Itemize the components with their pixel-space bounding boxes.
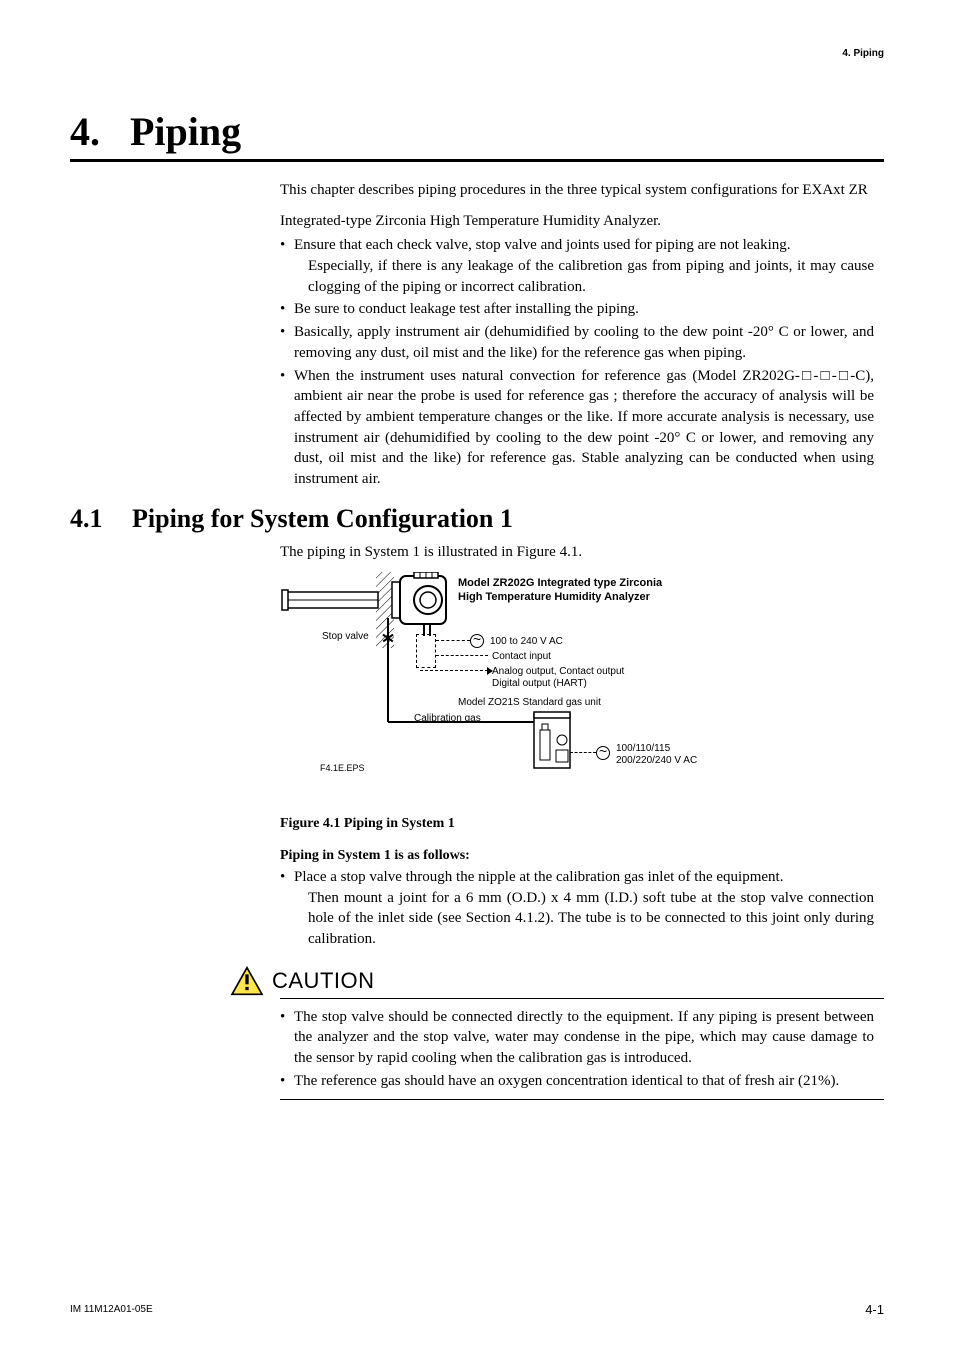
- bullet-cont: Especially, if there is any leakage of t…: [294, 256, 874, 297]
- caution-bullet-2: The reference gas should have an oxygen …: [280, 1071, 874, 1092]
- dash-box: [416, 634, 436, 668]
- follows-heading: Piping in System 1 is as follows:: [280, 846, 874, 865]
- tilde-1: ~: [473, 632, 481, 646]
- intro-bullet-2: Be sure to conduct leakage test after in…: [280, 299, 874, 320]
- caution-rule-bottom: [280, 1099, 884, 1100]
- tilde-2: ~: [599, 744, 607, 758]
- intro-bullet-4: When the instrument uses natural convect…: [280, 366, 874, 490]
- caution-rule-top: [280, 998, 884, 999]
- running-header: 4. Piping: [842, 48, 884, 59]
- caution-icon: [230, 966, 264, 996]
- fig-digital: Digital output (HART): [492, 677, 587, 691]
- figure-4-1: ~ ~ Model ZR202G Integrated type Zirconi…: [280, 572, 760, 802]
- dash-to-contact: [436, 655, 488, 656]
- chapter-number: 4.: [70, 109, 100, 154]
- intro-para-1: This chapter describes piping procedures…: [280, 180, 874, 201]
- intro-bullet-1: Ensure that each check valve, stop valve…: [280, 235, 874, 297]
- fig-model-1: Model ZR202G Integrated type Zirconia: [458, 576, 662, 591]
- intro-para-2: Integrated-type Zirconia High Temperatur…: [280, 211, 874, 232]
- fig-cal-gas: Calibration gas: [414, 712, 481, 726]
- section-4-1-num: 4.1: [70, 504, 132, 534]
- chapter-name: Piping: [130, 109, 241, 154]
- footer-page-num: 4-1: [865, 1302, 884, 1317]
- follows-bullet-1: Place a stop valve through the nipple at…: [280, 867, 874, 950]
- bullet-lead: Place a stop valve through the nipple at…: [294, 869, 783, 885]
- dash-to-analog: [420, 670, 488, 671]
- follows-bullets: Place a stop valve through the nipple at…: [280, 867, 874, 950]
- caution-bullets: The stop valve should be connected direc…: [280, 1007, 874, 1092]
- bullet-lead: Ensure that each check valve, stop valve…: [294, 237, 791, 253]
- figure-caption: Figure 4.1 Piping in System 1: [280, 814, 874, 833]
- dash-to-vac-unit: [570, 752, 596, 753]
- caution-header: CAUTION: [230, 966, 884, 996]
- stop-valve-icon: [382, 632, 394, 644]
- intro-bullets: Ensure that each check valve, stop valve…: [280, 235, 874, 489]
- fig-eps: F4.1E.EPS: [320, 762, 365, 774]
- chapter-title: 4. Piping: [70, 108, 884, 155]
- intro-bullet-3: Basically, apply instrument air (dehumid…: [280, 322, 874, 363]
- fig-stop-valve: Stop valve: [322, 630, 369, 644]
- fig-model-2: High Temperature Humidity Analyzer: [458, 590, 650, 605]
- fig-vac-alt2: 200/220/240 V AC: [616, 754, 697, 768]
- section-4-1-title: Piping for System Configuration 1: [132, 504, 513, 534]
- fig-vac: 100 to 240 V AC: [490, 635, 563, 649]
- fig-contact-in: Contact input: [492, 650, 551, 664]
- caution-bullet-1: The stop valve should be connected direc…: [280, 1007, 874, 1069]
- dash-to-vac: [436, 640, 470, 641]
- fig-gas-unit: Model ZO21S Standard gas unit: [458, 696, 601, 710]
- chapter-rule: [70, 159, 884, 162]
- bullet-cont: Then mount a joint for a 6 mm (O.D.) x 4…: [294, 888, 874, 950]
- section-4-1-lead: The piping in System 1 is illustrated in…: [280, 542, 874, 563]
- footer-doc-id: IM 11M12A01-05E: [70, 1304, 153, 1315]
- caution-label: CAUTION: [272, 968, 375, 994]
